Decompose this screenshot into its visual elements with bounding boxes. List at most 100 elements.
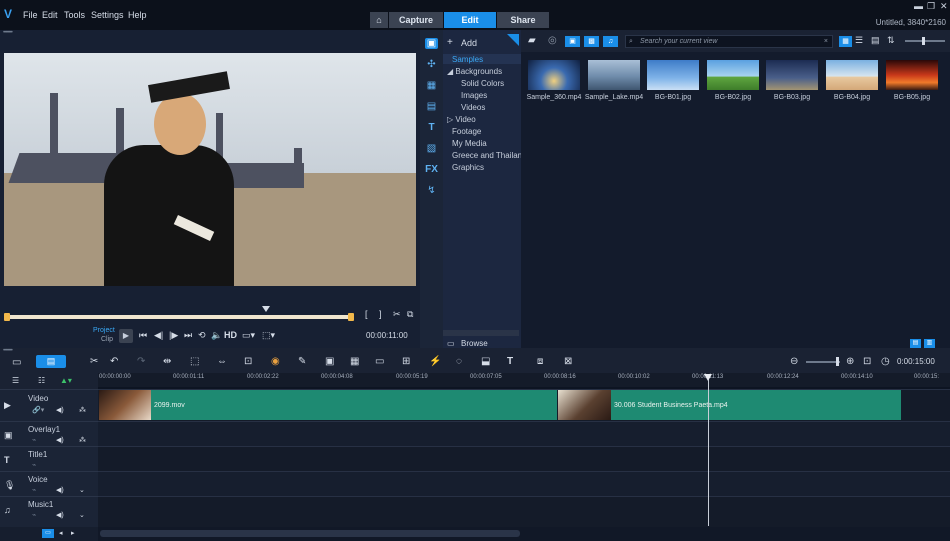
filter-photo-icon[interactable]: ▩ — [584, 36, 599, 47]
tree-item-footage[interactable]: Footage — [452, 127, 481, 136]
menu-settings[interactable]: Settings — [91, 10, 124, 20]
zoom-in-icon[interactable]: ⊕ — [846, 356, 854, 367]
minimize-icon[interactable]: ▬ — [914, 1, 923, 11]
tree-item-greece[interactable]: Greece and Thailan — [452, 151, 522, 160]
play-button[interactable]: ▶ — [119, 329, 133, 343]
morph-icon[interactable]: ◌ — [456, 356, 462, 367]
zoom-slider[interactable] — [806, 361, 840, 363]
track-manager-icon[interactable]: ☰ — [12, 376, 19, 385]
panel-grip-icon[interactable]: •••••••• — [3, 30, 13, 36]
grid-view-icon[interactable]: ▤ — [871, 35, 880, 46]
browse-folder-icon[interactable]: ▭ — [447, 339, 455, 348]
track-mute-icon[interactable]: ◀) — [56, 486, 64, 494]
tree-item-videos[interactable]: Videos — [461, 103, 485, 112]
track-link-icon[interactable]: ⌁ — [32, 511, 36, 519]
panel-toggle-icon[interactable]: ▥ — [924, 339, 935, 348]
redo-icon[interactable]: ↷ — [137, 356, 145, 367]
preview-scrubber[interactable] — [4, 315, 354, 319]
track-ripple-icon[interactable]: ⁂ — [79, 436, 86, 444]
duration-clock-icon[interactable]: ◷ — [881, 356, 890, 367]
add-track-icon[interactable]: ▲▾ — [60, 376, 72, 385]
mark-in-icon[interactable]: [ — [365, 309, 368, 319]
prev-frame-icon[interactable]: ◀| — [154, 330, 163, 341]
browse-button[interactable]: Browse — [461, 339, 488, 348]
row-music1[interactable] — [98, 496, 950, 527]
scrubber-handle-icon[interactable] — [262, 306, 270, 312]
timeline-view-icon[interactable]: ▤ — [36, 355, 66, 368]
library-thumb-bg-b05[interactable] — [886, 60, 938, 90]
clear-search-icon[interactable]: × — [824, 36, 828, 47]
add-icon[interactable]: + — [447, 37, 453, 48]
split-screen-icon[interactable]: ⊞ — [402, 356, 410, 367]
clip-2099[interactable]: 2099.mov — [99, 390, 557, 420]
tab-edit[interactable]: Edit — [444, 12, 496, 28]
track-mute-icon[interactable]: ◀) — [56, 436, 64, 444]
subtitle-icon[interactable]: ▭ — [375, 356, 384, 367]
track-link-icon[interactable]: 🔗▾ — [32, 406, 44, 414]
tree-item-images[interactable]: Images — [461, 91, 487, 100]
track-expand-icon[interactable]: ⌄ — [79, 511, 85, 519]
tree-scrollbar[interactable] — [443, 330, 519, 336]
tree-item-graphics[interactable]: Graphics — [452, 163, 484, 172]
library-search-input[interactable]: ⌕ Search your current view × — [625, 35, 833, 48]
crop-icon[interactable]: ⬚ — [190, 356, 199, 367]
tab-capture[interactable]: Capture — [389, 12, 443, 28]
library-thumb-bg-b01[interactable] — [647, 60, 699, 90]
row-title1[interactable] — [98, 446, 950, 471]
graphics-icon[interactable]: ▧ — [425, 143, 438, 154]
thumbnail-size-handle[interactable] — [922, 37, 925, 45]
home-button[interactable]: ⌂ — [370, 12, 388, 28]
aspect-ratio-icon[interactable]: ▭▾ — [242, 330, 255, 341]
preview-timecode[interactable]: 00:00:11:00 — [366, 331, 408, 340]
tools-icon[interactable]: ✂ — [90, 356, 98, 367]
track-expand-icon[interactable]: ⌄ — [79, 486, 85, 494]
timeline-footer-toggle-icon[interactable]: ▭ — [42, 529, 54, 538]
track-ripple-icon[interactable]: ⁂ — [79, 406, 86, 414]
mark-out-icon[interactable]: ] — [379, 309, 382, 319]
volume-icon[interactable]: 🔈 — [211, 330, 222, 341]
tree-item-solid-colors[interactable]: Solid Colors — [461, 79, 504, 88]
zoom-out-icon[interactable]: ⊖ — [790, 356, 798, 367]
import-folder-icon[interactable]: ▰ — [528, 35, 536, 46]
tree-item-video[interactable]: ▷ Video — [447, 115, 476, 124]
scroll-left-icon[interactable]: ◂ — [59, 529, 63, 537]
project-mode-label[interactable]: Project — [93, 327, 115, 334]
menu-help[interactable]: Help — [128, 10, 147, 20]
track-link-icon[interactable]: ⌁ — [32, 461, 36, 469]
scroll-right-icon[interactable]: ▸ — [71, 529, 75, 537]
filter-video-icon[interactable]: ▣ — [565, 36, 580, 47]
menu-file[interactable]: File — [23, 10, 38, 20]
color-grading-icon[interactable]: ◉ — [271, 356, 280, 367]
tree-item-my-media[interactable]: My Media — [452, 139, 487, 148]
hd-toggle[interactable]: HD — [224, 330, 237, 340]
add-folder-button[interactable]: Add — [461, 38, 477, 48]
close-icon[interactable]: ✕ — [940, 1, 948, 12]
library-thumb-bg-b03[interactable] — [766, 60, 818, 90]
thumbnail-size-slider[interactable] — [905, 40, 945, 42]
repeat-icon[interactable]: ⟲ — [198, 330, 206, 341]
speed-icon[interactable]: ⚡ — [429, 356, 441, 367]
snapshot-icon[interactable]: ⧉ — [407, 309, 413, 320]
playhead-handle-icon[interactable] — [703, 374, 712, 381]
filter-audio-icon[interactable]: ♫ — [603, 36, 618, 47]
transitions-icon[interactable]: ▦ — [425, 80, 438, 91]
path-icon[interactable]: ↯ — [425, 185, 438, 196]
library-thumb-bg-b02[interactable] — [707, 60, 759, 90]
row-overlay1[interactable] — [98, 421, 950, 446]
menu-edit[interactable]: Edit — [42, 10, 58, 20]
track-mute-icon[interactable]: ◀) — [56, 511, 64, 519]
list-view-icon[interactable]: ☰ — [855, 35, 863, 46]
media-library-icon[interactable]: ▣ — [425, 38, 438, 49]
title-icon[interactable]: T — [425, 122, 438, 133]
record-capture-icon[interactable]: ◎ — [548, 35, 557, 46]
library-thumb-bg-b04[interactable] — [826, 60, 878, 90]
storyboard-view-icon[interactable]: ▭ — [12, 357, 21, 368]
multicam-icon[interactable]: ▦ — [350, 356, 359, 367]
zoom-slider-handle[interactable] — [836, 357, 839, 366]
smart-trim-icon[interactable]: ⇹ — [163, 356, 171, 367]
fit-timeline-icon[interactable]: ⊡ — [863, 356, 871, 367]
display-mode-icon[interactable]: ⬚▾ — [262, 330, 275, 341]
options-panel-icon[interactable]: ▤ — [910, 339, 921, 348]
pan-zoom-icon[interactable]: ⬓ — [481, 356, 490, 367]
auto-music-icon[interactable]: ⊠ — [564, 356, 572, 367]
